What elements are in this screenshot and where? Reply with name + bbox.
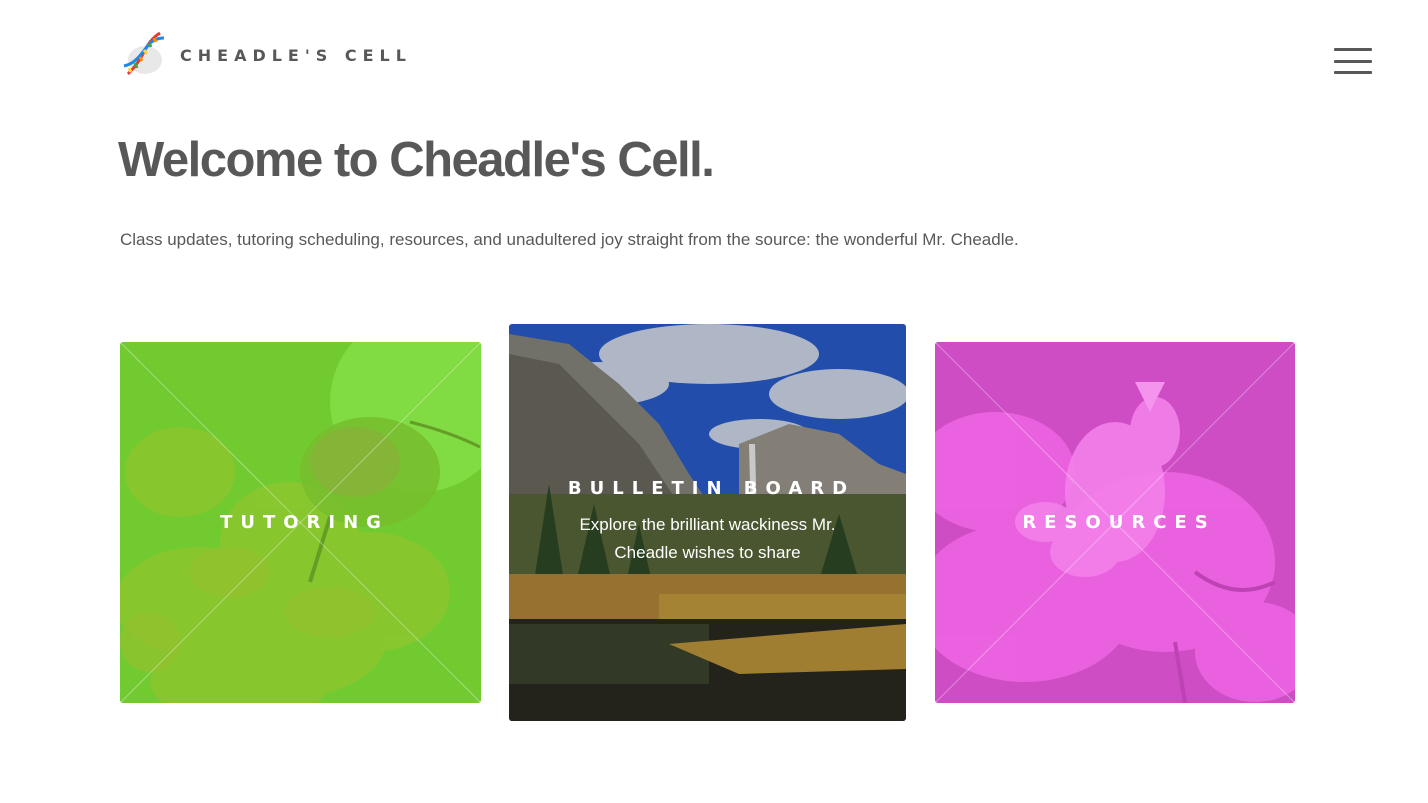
tile-bulletin-board[interactable]: BULLETIN BOARD Explore the brilliant wac… <box>509 324 906 721</box>
page-title: Welcome to Cheadle's Cell. <box>118 133 715 187</box>
tile-content: TUTORING <box>120 342 481 703</box>
menu-bar <box>1334 48 1372 51</box>
site-name: CHEADLE'S CELL <box>180 45 412 65</box>
intro-text: Class updates, tutoring scheduling, reso… <box>120 230 1019 249</box>
tile-description: Explore the brilliant wackiness Mr. Chea… <box>579 515 836 562</box>
dna-helix-icon <box>123 31 165 76</box>
menu-bar <box>1334 71 1372 74</box>
tile-resources[interactable]: RESOURCES <box>935 342 1295 703</box>
hamburger-menu-icon[interactable] <box>1334 48 1372 74</box>
tile-content: RESOURCES <box>935 342 1295 703</box>
tile-content: BULLETIN BOARD Explore the brilliant wac… <box>509 324 906 721</box>
tile-title: RESOURCES <box>1022 512 1216 533</box>
site-logo-link[interactable]: CHEADLE'S CELL <box>118 30 412 80</box>
tile-title: BULLETIN BOARD <box>567 478 856 499</box>
tile-title: TUTORING <box>220 512 389 533</box>
site-header: CHEADLE'S CELL <box>0 0 1428 110</box>
menu-bar <box>1334 59 1372 63</box>
tile-tutoring[interactable]: TUTORING <box>120 342 481 703</box>
